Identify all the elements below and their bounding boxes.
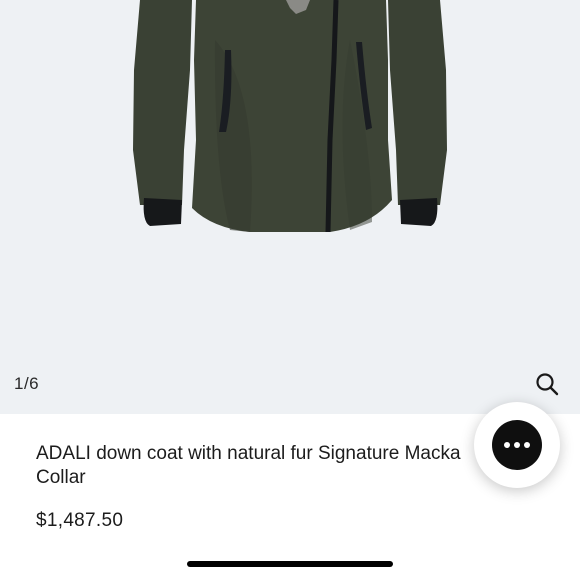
product-price: $1,487.50 [36,510,124,531]
product-title-line-1: ADALI down coat with natural fur Signatu… [36,443,461,464]
coat-right-sleeve [388,0,447,205]
product-title-line-2: Collar [36,467,86,488]
chat-ellipsis-icon[interactable] [492,420,542,470]
product-image[interactable] [0,0,580,414]
image-counter: 1/6 [14,374,40,393]
coat-left-sleeve [133,0,192,205]
zoom-button[interactable] [534,371,560,397]
search-icon[interactable] [534,371,560,397]
home-indicator [187,561,393,567]
coat-left-cuff [143,198,182,226]
chat-button[interactable] [474,402,560,488]
coat-right-cuff [400,198,438,226]
product-title: ADALI down coat with natural fur Signatu… [36,442,506,490]
product-image-gallery[interactable]: 1/6 [0,0,580,414]
